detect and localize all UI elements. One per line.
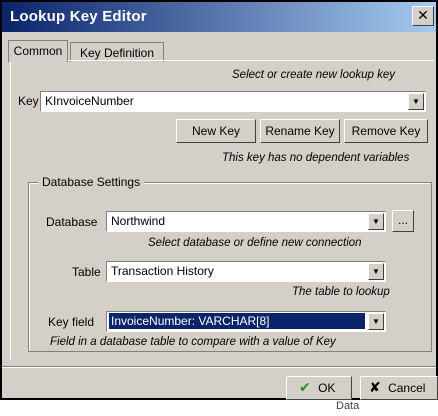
database-hint: Select database or define new connection — [148, 237, 362, 249]
dependent-variables-hint: This key has no dependent variables — [222, 152, 410, 164]
key-combobox[interactable]: KInvoiceNumber ▼ — [40, 91, 426, 112]
background-text-fragment: Data — [336, 400, 360, 412]
chevron-down-icon[interactable]: ▼ — [368, 313, 384, 330]
chevron-down-icon[interactable]: ▼ — [408, 93, 424, 110]
tab-common-label: Common — [13, 44, 63, 58]
rename-key-button[interactable]: Rename Key — [260, 119, 340, 143]
key-field-hint: Field in a database table to compare wit… — [50, 336, 336, 348]
ellipsis-icon: ... — [397, 213, 408, 227]
tab-common[interactable]: Common — [8, 40, 68, 62]
footer-separator-highlight — [2, 367, 436, 368]
key-value: KInvoiceNumber — [45, 94, 134, 108]
chevron-down-icon[interactable]: ▼ — [368, 213, 384, 230]
lookup-key-editor-window: Lookup Key Editor ✕ Common Key Definitio… — [0, 0, 438, 400]
check-icon: ✔ — [299, 380, 311, 396]
remove-key-button[interactable]: Remove Key — [344, 119, 428, 143]
new-key-button[interactable]: New Key — [176, 119, 256, 143]
key-field-value: InvoiceNumber: VARCHAR[8] — [109, 313, 365, 329]
new-key-label: New Key — [191, 124, 241, 138]
key-label: Key — [18, 94, 39, 108]
cancel-button[interactable]: ✘ Cancel — [360, 376, 438, 400]
chevron-down-icon[interactable]: ▼ — [368, 263, 384, 280]
table-combobox[interactable]: Transaction History ▼ — [106, 261, 386, 282]
table-value: Transaction History — [111, 264, 214, 278]
ok-label: OK — [318, 381, 336, 395]
window-title: Lookup Key Editor — [10, 8, 147, 25]
close-icon: ✕ — [417, 8, 429, 24]
database-label: Database — [46, 215, 98, 229]
tab-key-definition[interactable]: Key Definition — [70, 42, 164, 62]
rename-key-label: Rename Key — [265, 124, 335, 138]
database-value: Northwind — [111, 214, 166, 228]
cancel-label: Cancel — [388, 381, 426, 395]
title-bar[interactable]: Lookup Key Editor ✕ — [2, 2, 436, 32]
background-strip: Data — [0, 400, 438, 416]
remove-key-label: Remove Key — [351, 124, 421, 138]
ok-button[interactable]: ✔ OK — [286, 376, 352, 400]
table-label: Table — [72, 265, 101, 279]
key-field-combobox[interactable]: InvoiceNumber: VARCHAR[8] ▼ — [106, 311, 386, 332]
x-icon: ✘ — [369, 380, 381, 396]
key-field-label: Key field — [48, 315, 95, 329]
close-button[interactable]: ✕ — [412, 6, 434, 26]
database-settings-title: Database Settings — [38, 175, 145, 189]
table-hint: The table to lookup — [292, 286, 390, 298]
database-combobox[interactable]: Northwind ▼ — [106, 211, 386, 232]
browse-database-button[interactable]: ... — [392, 210, 414, 232]
tab-key-definition-label: Key Definition — [79, 46, 155, 60]
key-select-hint: Select or create new lookup key — [232, 69, 396, 81]
